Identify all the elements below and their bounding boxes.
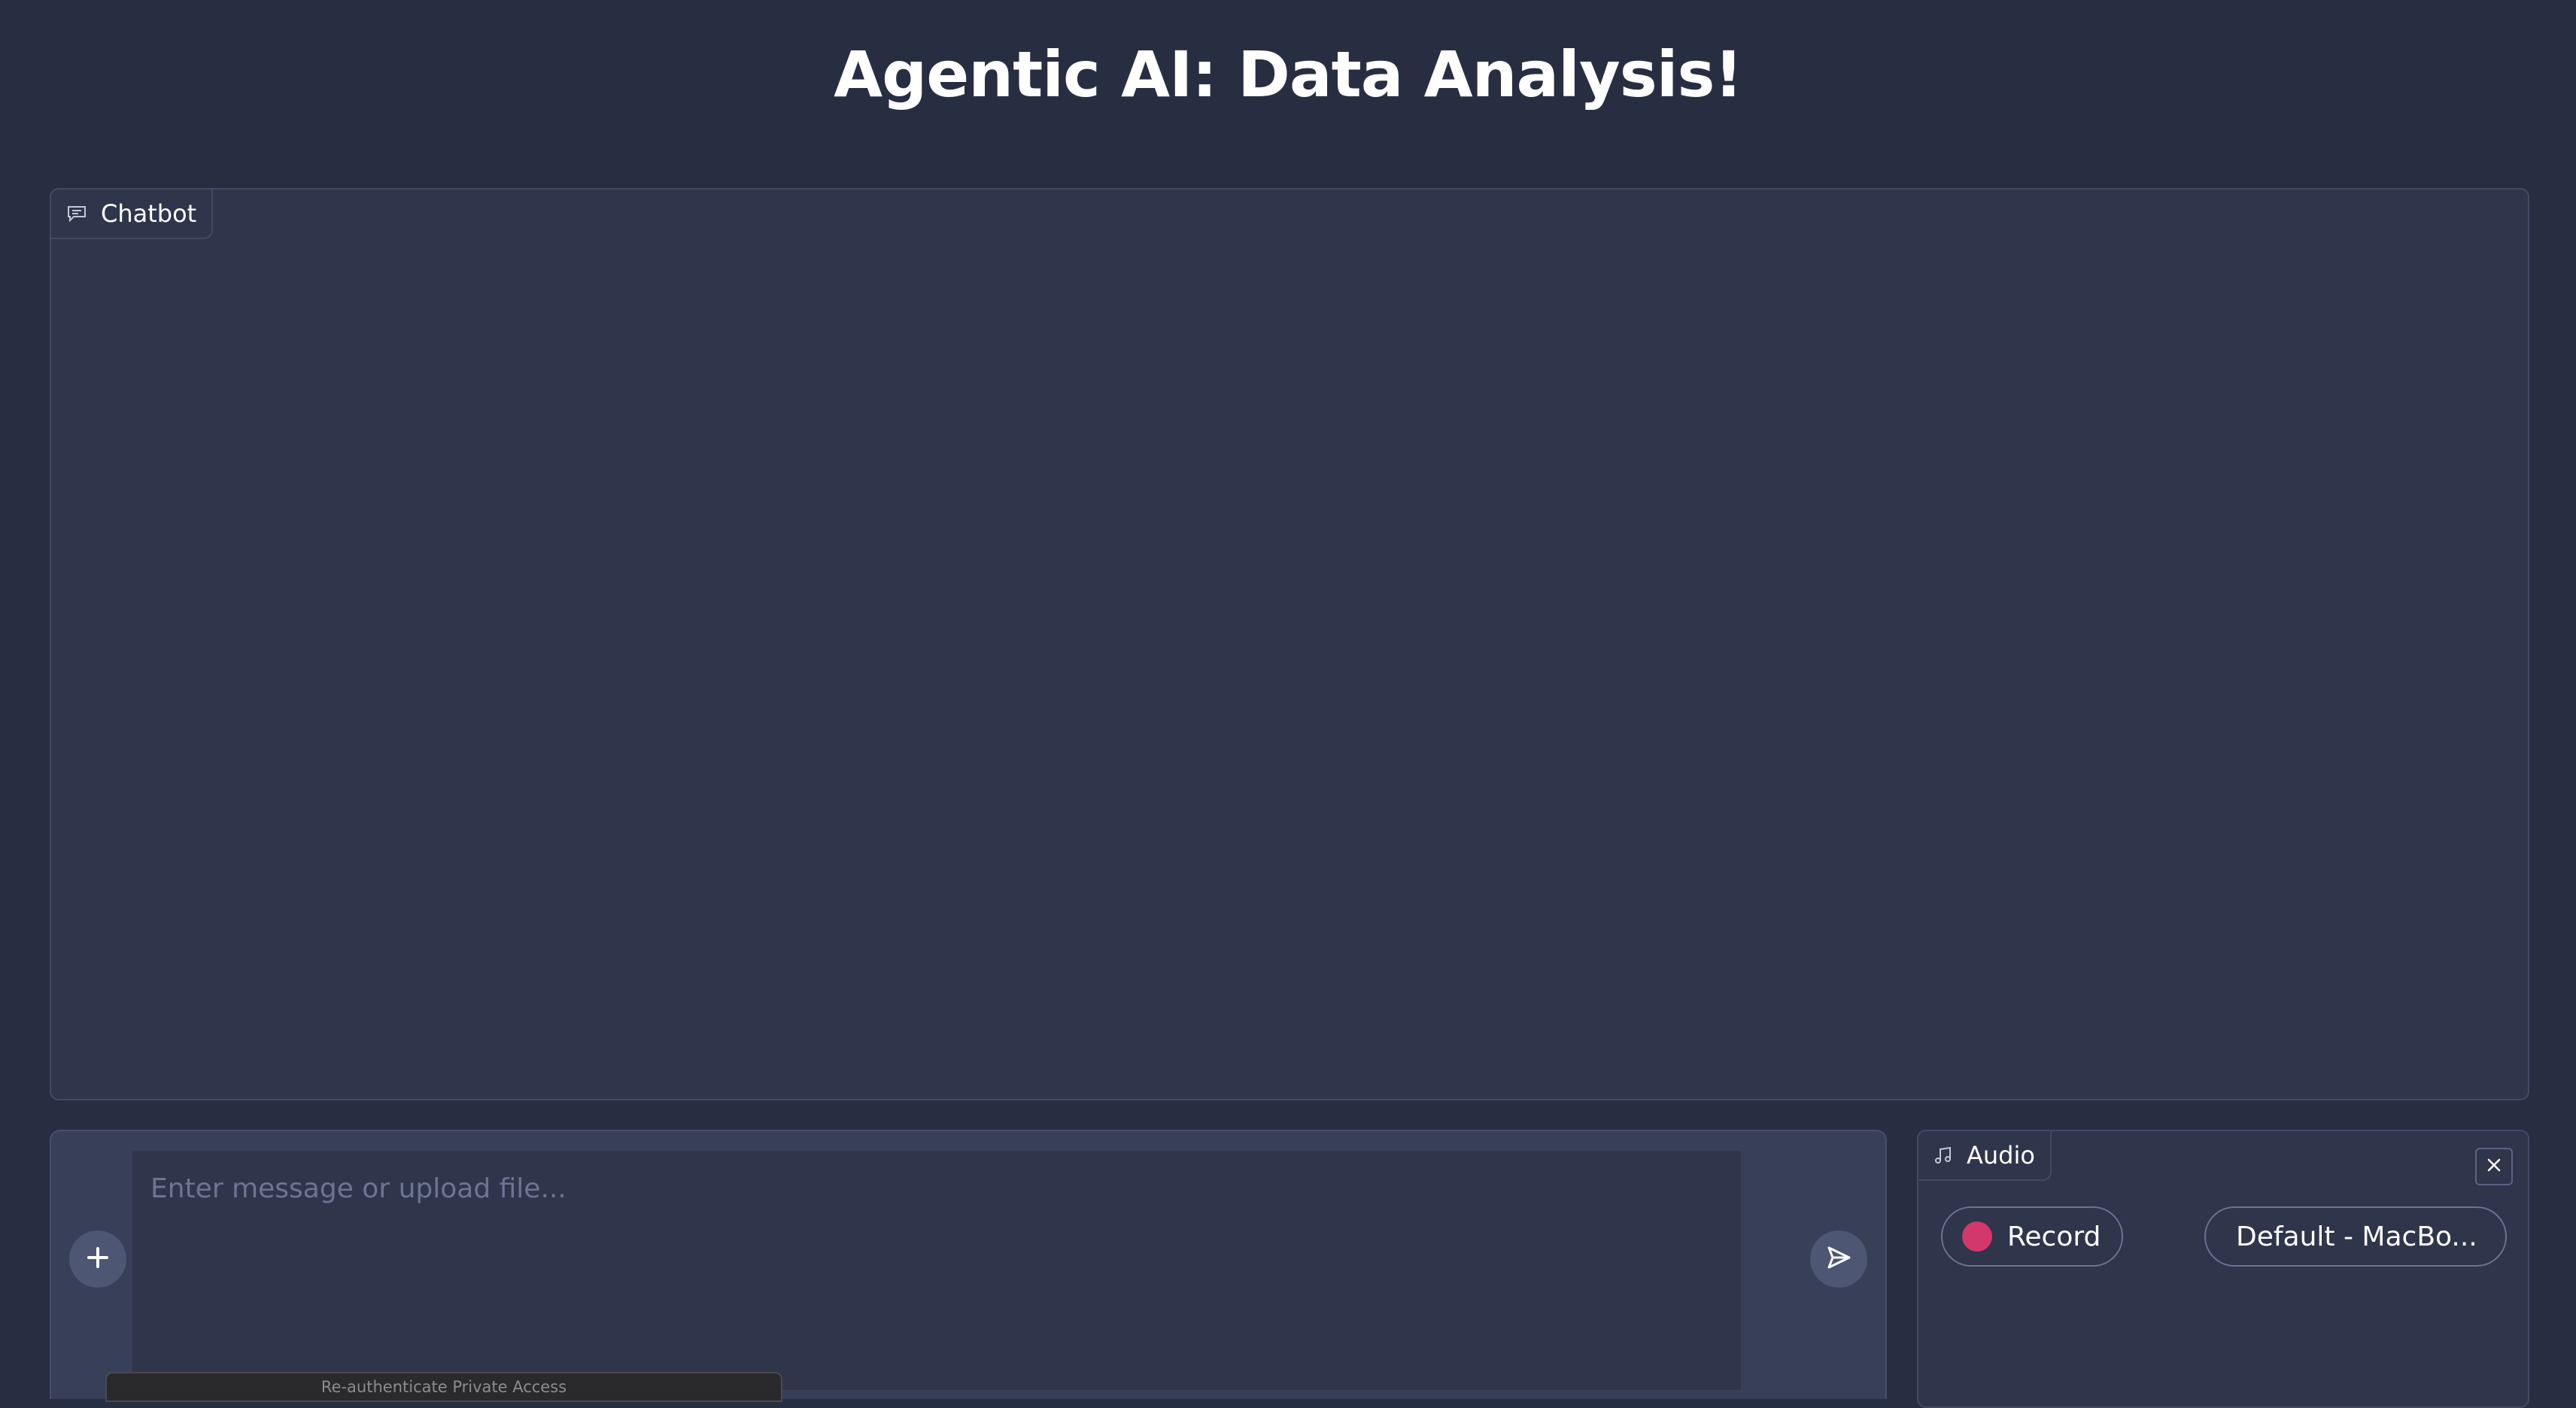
record-button[interactable]: Record [1941,1206,2123,1267]
plus-icon [85,1245,111,1273]
record-dot-icon [1962,1221,1992,1252]
chatbot-label-text: Chatbot [101,199,197,228]
device-select-value: Default - MacBo... [2236,1221,2477,1252]
audio-label-text: Audio [1967,1141,2035,1170]
input-device-select[interactable]: Default - MacBo... [2204,1206,2507,1267]
audio-label: Audio [1917,1130,2052,1181]
record-label: Record [2007,1221,2101,1252]
send-icon [1825,1244,1852,1274]
close-icon [2485,1156,2503,1177]
page-title: Agentic AI: Data Analysis! [834,38,1743,111]
reauthenticate-banner[interactable]: Re-authenticate Private Access [105,1372,782,1402]
music-note-icon [1934,1146,1953,1165]
chatbot-label: Chatbot [50,188,214,239]
send-button[interactable] [1810,1230,1867,1288]
message-composer [50,1130,1887,1399]
upload-button[interactable] [69,1230,126,1288]
message-input[interactable] [132,1151,1741,1390]
chat-icon [66,205,87,223]
close-button[interactable] [2475,1148,2513,1185]
chatbot-panel: Chatbot [50,188,2529,1100]
audio-panel: Audio Record Default - MacBo... [1917,1130,2529,1408]
